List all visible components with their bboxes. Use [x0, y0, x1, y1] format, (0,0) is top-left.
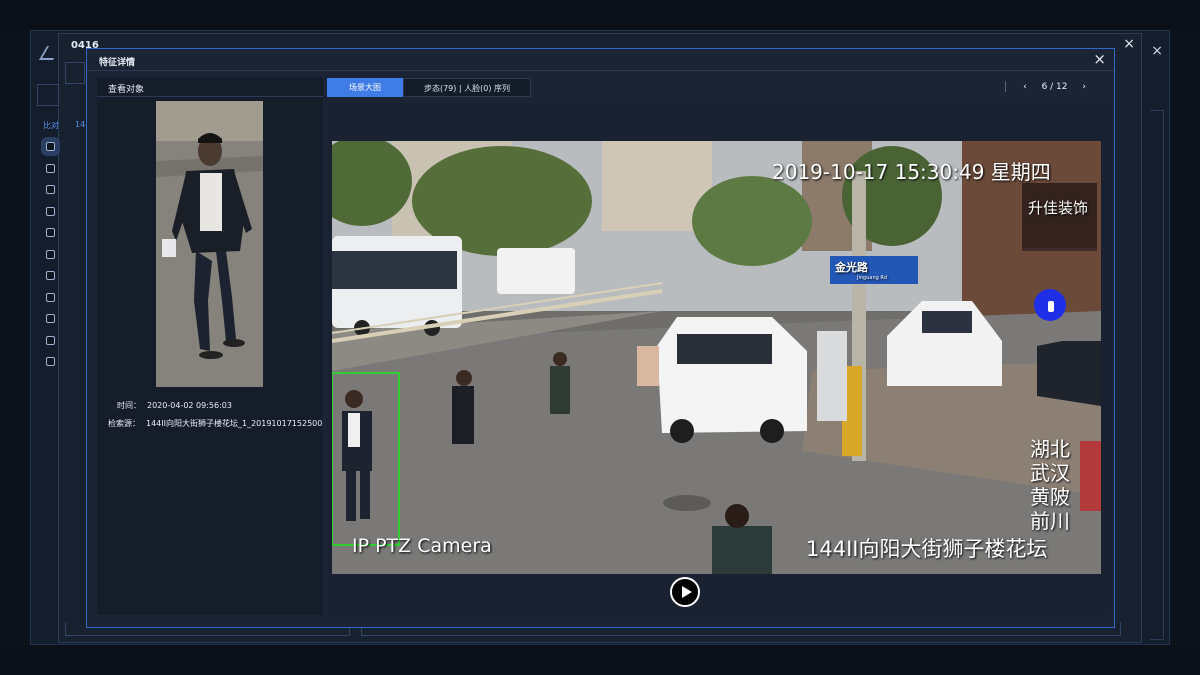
bottom-bar [0, 645, 1200, 675]
background-right-frame [1150, 110, 1164, 640]
street-sign-text: 金光路 [835, 261, 868, 274]
chevron-right-icon[interactable]: › [1082, 82, 1086, 92]
result-checkbox[interactable] [46, 314, 55, 323]
dialog-header: 特征详情 × [87, 49, 1114, 71]
play-icon[interactable] [670, 577, 700, 607]
result-checkbox[interactable] [46, 335, 55, 345]
result-checkbox[interactable] [46, 271, 55, 280]
background-close-icon[interactable]: × [1151, 43, 1163, 59]
source-label: 检索源： [108, 419, 140, 428]
target-person-image [156, 101, 263, 387]
mid-dialog-side-tab[interactable] [37, 84, 59, 106]
scene-video-frame[interactable]: 2019-10-17 15:30:49 星期四 金光路 Jinguang Rd … [332, 141, 1101, 574]
dialog-title: 特征详情 [99, 58, 136, 68]
time-value: 2020-04-02 09:56:03 [147, 401, 232, 410]
result-checkbox[interactable] [46, 206, 55, 216]
location-label: 144II向阳大街狮子楼花坛 [806, 537, 1048, 561]
close-icon[interactable]: × [1093, 50, 1106, 68]
search-result-close-icon[interactable]: × [1123, 36, 1135, 52]
video-timestamp: 2019-10-17 15:30:49 星期四 [772, 160, 1051, 184]
pager: ‹ 6 / 12 › [1005, 81, 1092, 92]
result-checkbox[interactable] [46, 163, 55, 173]
result-checkbox-list [46, 142, 55, 379]
result-checkbox[interactable] [46, 142, 55, 151]
time-label: 时间： [117, 401, 141, 410]
row-prefix: 14 [75, 120, 86, 129]
source-row: 检索源： 144II向阳大街狮子楼花坛_1_20191017152500 [108, 418, 322, 429]
street-sign-subtext: Jinguang Rd [857, 275, 888, 281]
source-value: 144II向阳大街狮子楼花坛_1_20191017152500 [146, 419, 323, 428]
shop-sign-text: 升佳装饰 [1028, 199, 1089, 217]
target-object-panel: 查看对象 时间： 2020-04-02 09:56:03 检索源： 144II向… [97, 77, 323, 615]
compare-label: 比对 [43, 121, 59, 130]
cursor-highlight [1034, 289, 1066, 321]
top-bar [0, 0, 1200, 30]
result-checkbox[interactable] [46, 292, 55, 302]
watermark-line: 湖北 [1030, 437, 1070, 461]
time-row: 时间： 2020-04-02 09:56:03 [117, 400, 232, 411]
mid-dialog-tab[interactable] [65, 62, 85, 84]
watermark-line: 前川 [1030, 509, 1070, 533]
result-checkbox[interactable] [46, 228, 55, 237]
result-checkbox[interactable] [46, 185, 55, 194]
target-object-title: 查看对象 [108, 85, 145, 95]
result-checkbox[interactable] [46, 357, 55, 366]
pager-divider [1005, 81, 1007, 92]
camera-label: IP PTZ Camera [352, 535, 492, 557]
feature-detail-dialog: 特征详情 × 查看对象 时间： 2020-04-02 09:56:03 检索源：… [86, 48, 1115, 628]
watermark-line: 武汉 [1030, 461, 1070, 485]
tab-sequence[interactable]: 步态(79) | 人脸(0) 序列 [403, 78, 531, 97]
target-object-header: 查看对象 [97, 77, 323, 97]
result-checkbox[interactable] [46, 249, 55, 259]
page-indicator: 6 / 12 [1041, 82, 1068, 92]
tab-scene-image[interactable]: 场景大图 [327, 78, 403, 97]
chevron-left-icon[interactable]: ‹ [1023, 82, 1027, 92]
watermark-line: 黄陂 [1030, 485, 1070, 509]
region-watermark: 湖北 武汉 黄陂 前川 [1030, 437, 1070, 533]
